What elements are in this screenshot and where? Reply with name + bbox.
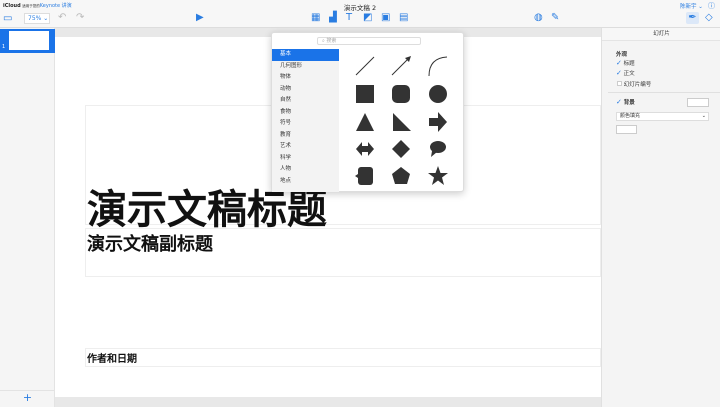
- document-title[interactable]: 演示文稿 2: [0, 2, 720, 12]
- category-places[interactable]: 地点: [272, 176, 339, 188]
- divider: [608, 92, 720, 93]
- user-menu[interactable]: 陈新宇 ⌄: [680, 2, 703, 10]
- background-label: 背景: [623, 100, 635, 106]
- title-option-label: 标题: [623, 61, 635, 67]
- user-name: 陈新宇: [680, 4, 697, 10]
- format-panel: 幻灯片 外观 ✓ 标题 ✓ 正文 幻灯片编号 ✓ 背景 颜色填充 ⌄: [601, 28, 720, 407]
- slide-number: 1: [2, 44, 6, 50]
- pentagon-shape[interactable]: [392, 167, 410, 184]
- arrow-line-shape[interactable]: [391, 56, 411, 76]
- slide-subtitle[interactable]: 演示文稿副标题: [87, 230, 213, 256]
- fill-type-value: 颜色填充: [620, 113, 641, 119]
- shapes-popover: ⌕ 搜索 基本 几何图形 物体 动物 自然 食物 符号 教育 艺术 科学 人物 …: [271, 32, 464, 192]
- help-icon[interactable]: ⓘ: [708, 1, 715, 11]
- format-icon[interactable]: ✒: [686, 12, 699, 24]
- table-icon[interactable]: ▦: [311, 12, 320, 24]
- collaborate-icon[interactable]: ◍: [534, 12, 543, 24]
- shape-categories: 基本 几何图形 物体 动物 自然 食物 符号 教育 艺术 科学 人物 地点: [272, 49, 339, 192]
- fill-color-well[interactable]: [616, 125, 637, 134]
- category-symbols[interactable]: 符号: [272, 118, 339, 130]
- animate-icon[interactable]: ◇: [705, 12, 713, 24]
- category-art[interactable]: 艺术: [272, 141, 339, 153]
- rounded-square-shape[interactable]: [392, 85, 410, 103]
- right-triangle-shape[interactable]: [393, 113, 411, 131]
- slide-author[interactable]: 作者和日期: [87, 350, 137, 365]
- wrench-icon[interactable]: ✎: [551, 12, 559, 24]
- category-food[interactable]: 食物: [272, 107, 339, 119]
- star-shape[interactable]: [428, 166, 448, 185]
- category-animals[interactable]: 动物: [272, 84, 339, 96]
- callout-shape[interactable]: [355, 167, 373, 185]
- slide-thumbnail[interactable]: 1: [0, 29, 55, 53]
- comment-icon[interactable]: ▤: [399, 12, 408, 24]
- category-geometry[interactable]: 几何图形: [272, 61, 339, 73]
- curve-shape[interactable]: [428, 56, 448, 77]
- sidebar-toggle-icon[interactable]: ▭: [3, 13, 12, 25]
- line-shape[interactable]: [355, 56, 375, 76]
- slide-number-option-label: 幻灯片编号: [623, 82, 652, 88]
- zoom-value: 75%: [28, 15, 42, 22]
- speech-bubble-shape[interactable]: [430, 141, 446, 157]
- background-color-well[interactable]: [687, 98, 709, 107]
- shape-grid: [355, 56, 448, 185]
- body-option-label: 正文: [623, 71, 635, 77]
- background-checkbox[interactable]: ✓ 背景: [616, 98, 635, 106]
- title-checkbox[interactable]: ✓ 标题: [616, 59, 635, 67]
- body-checkbox[interactable]: ✓ 正文: [616, 69, 635, 77]
- fill-type-select[interactable]: 颜色填充 ⌄: [616, 112, 709, 121]
- double-arrow-shape[interactable]: [356, 142, 374, 156]
- category-nature[interactable]: 自然: [272, 95, 339, 107]
- thumbnail-preview: [9, 31, 49, 50]
- chart-icon[interactable]: ▟: [329, 12, 337, 24]
- category-basic[interactable]: 基本: [272, 49, 339, 61]
- category-objects[interactable]: 物体: [272, 72, 339, 84]
- top-toolbar: iCloud 适用于您的Keynote 讲演 演示文稿 2 ▭ 75% ⌄ ↶ …: [0, 0, 720, 28]
- undo-icon[interactable]: ↶: [58, 12, 66, 24]
- search-placeholder: 搜索: [326, 38, 337, 44]
- triangle-shape[interactable]: [356, 113, 374, 131]
- play-icon[interactable]: ▶: [196, 12, 204, 24]
- slide-navigator: 1 +: [0, 28, 55, 407]
- square-shape[interactable]: [356, 85, 374, 103]
- arrow-shape[interactable]: [429, 112, 447, 132]
- diamond-shape[interactable]: [392, 140, 410, 158]
- add-slide-button[interactable]: +: [0, 390, 55, 404]
- circle-shape[interactable]: [429, 85, 447, 103]
- category-education[interactable]: 教育: [272, 130, 339, 142]
- zoom-select[interactable]: 75% ⌄: [24, 13, 50, 24]
- author-box[interactable]: [85, 348, 601, 367]
- shape-icon[interactable]: ◩: [363, 12, 372, 24]
- category-people[interactable]: 人物: [272, 164, 339, 176]
- media-icon[interactable]: ▣: [381, 12, 390, 24]
- category-science[interactable]: 科学: [272, 153, 339, 165]
- panel-header: 幻灯片: [602, 28, 720, 41]
- slide-number-checkbox[interactable]: 幻灯片编号: [617, 80, 651, 88]
- text-icon[interactable]: T: [346, 12, 352, 24]
- appearance-label: 外观: [616, 52, 628, 58]
- shape-search-input[interactable]: ⌕ 搜索: [317, 37, 421, 45]
- redo-icon[interactable]: ↷: [76, 12, 84, 24]
